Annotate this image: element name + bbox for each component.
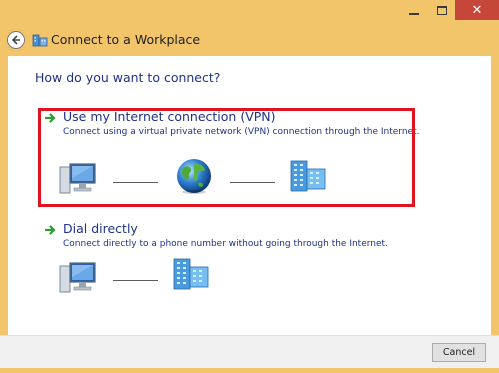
wizard-title: Connect to a Workplace (51, 32, 201, 47)
content-panel: How do you want to connect? Use my Inter… (8, 56, 491, 335)
server-icon (290, 160, 326, 192)
green-arrow-icon (45, 225, 56, 235)
maximize-icon (436, 5, 447, 15)
wizard-header: Connect to a Workplace (0, 26, 499, 56)
back-arrow-icon (11, 35, 20, 45)
back-button[interactable] (7, 31, 25, 49)
connection-line (113, 182, 158, 183)
cancel-button[interactable]: Cancel (432, 343, 486, 362)
page-question: How do you want to connect? (35, 70, 221, 85)
option-vpn-description: Connect using a virtual private network … (63, 127, 420, 137)
option-vpn[interactable]: Use my Internet connection (VPN) Connect… (8, 104, 491, 208)
connection-line (230, 182, 275, 183)
option-dial-directly[interactable]: Dial directly Connect directly to a phon… (8, 216, 491, 302)
computer-icon (59, 262, 96, 293)
option-vpn-title: Use my Internet connection (VPN) (63, 109, 276, 124)
globe-icon (177, 159, 211, 194)
computer-icon (59, 163, 96, 194)
green-arrow-icon (45, 113, 56, 123)
connect-workplace-window: ✕ Connect to a Workplace How do you want… (0, 0, 499, 373)
workplace-network-icon (32, 34, 48, 47)
server-icon (173, 258, 209, 290)
minimize-icon (408, 13, 419, 15)
title-bar: ✕ (0, 0, 499, 26)
option-dial-description: Connect directly to a phone number witho… (63, 239, 388, 249)
close-window-button[interactable]: ✕ (455, 0, 499, 20)
connection-line (113, 280, 158, 281)
close-icon: ✕ (471, 2, 483, 18)
minimize-button[interactable] (399, 0, 428, 20)
window-frame-bottom (0, 368, 499, 373)
option-dial-title: Dial directly (63, 221, 138, 236)
maximize-button[interactable] (428, 0, 455, 20)
